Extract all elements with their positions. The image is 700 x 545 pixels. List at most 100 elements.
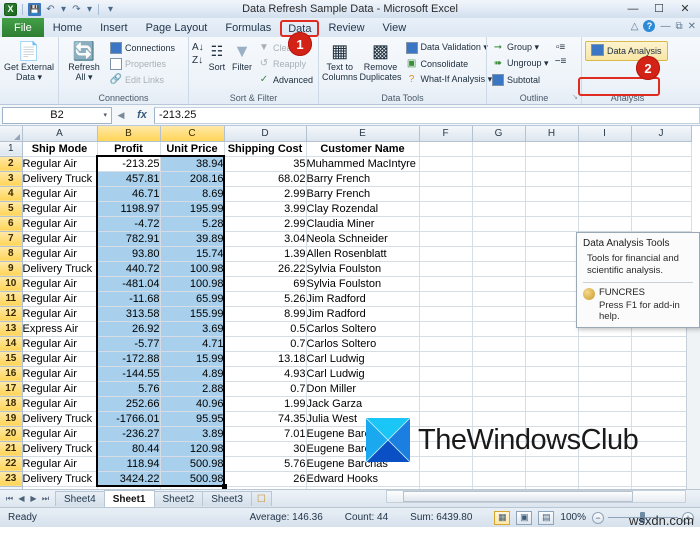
- cell-empty[interactable]: [578, 351, 632, 367]
- cell-empty[interactable]: [525, 321, 579, 337]
- column-header-E[interactable]: E: [306, 126, 420, 142]
- cell-B18[interactable]: 252.66: [97, 396, 161, 412]
- cell-B14[interactable]: -5.77: [97, 336, 161, 352]
- advanced-filter-button[interactable]: ✓ Advanced: [256, 72, 315, 87]
- cell-empty[interactable]: [419, 426, 473, 442]
- cell-B13[interactable]: 26.92: [97, 321, 161, 337]
- cell-empty[interactable]: [419, 291, 473, 307]
- tab-insert[interactable]: Insert: [91, 18, 137, 37]
- cell-empty[interactable]: [631, 396, 692, 412]
- cell-C13[interactable]: 3.69: [160, 321, 225, 337]
- cell-empty[interactable]: [419, 186, 473, 202]
- name-box-caret-icon[interactable]: ▾: [103, 111, 107, 119]
- cell-empty[interactable]: [578, 201, 632, 217]
- cell-empty[interactable]: [525, 411, 579, 427]
- cell-C5[interactable]: 195.99: [160, 201, 225, 217]
- cell-empty[interactable]: [631, 201, 692, 217]
- row-header-20[interactable]: 20: [0, 426, 23, 442]
- zoom-level[interactable]: 100%: [560, 512, 586, 523]
- cell-A16[interactable]: Regular Air: [22, 366, 98, 382]
- cell-B21[interactable]: 80.44: [97, 441, 161, 457]
- cell-B7[interactable]: 782.91: [97, 231, 161, 247]
- cell-A8[interactable]: Regular Air: [22, 246, 98, 262]
- cell-empty[interactable]: [578, 381, 632, 397]
- cell-empty[interactable]: [525, 426, 579, 442]
- cell-D22[interactable]: 5.76: [224, 456, 307, 472]
- cell-C2[interactable]: 38.94: [160, 156, 225, 172]
- cell-empty[interactable]: [578, 471, 632, 487]
- cell-A17[interactable]: Regular Air: [22, 381, 98, 397]
- window-restore-icon[interactable]: ⧉: [675, 21, 682, 32]
- cell-empty[interactable]: [631, 171, 692, 187]
- cell-empty[interactable]: [472, 321, 526, 337]
- prev-sheet-icon[interactable]: ◀: [16, 494, 27, 504]
- cell-empty[interactable]: [419, 396, 473, 412]
- cell-empty[interactable]: [472, 306, 526, 322]
- column-header-A[interactable]: A: [22, 126, 98, 142]
- cell-D5[interactable]: 3.99: [224, 201, 307, 217]
- cell-empty[interactable]: [525, 306, 579, 322]
- cell-empty[interactable]: [419, 231, 473, 247]
- row-header-7[interactable]: 7: [0, 231, 23, 247]
- tab-file[interactable]: File: [2, 18, 44, 37]
- cell-empty[interactable]: [419, 381, 473, 397]
- cell-B17[interactable]: 5.76: [97, 381, 161, 397]
- get-external-data-button[interactable]: 📄 Get External Data ▾: [3, 39, 55, 82]
- cell-empty[interactable]: [631, 351, 692, 367]
- table-row[interactable]: 23 Delivery Truck 3424.22 500.98 26 Edward Ho…: [0, 471, 692, 487]
- cell-empty[interactable]: [472, 141, 526, 157]
- cell-D12[interactable]: 8.99: [224, 306, 307, 322]
- cell-empty[interactable]: [419, 261, 473, 277]
- cell-B11[interactable]: -11.68: [97, 291, 161, 307]
- sort-ascending-icon[interactable]: A↓: [192, 42, 204, 53]
- table-row[interactable]: 19 Delivery Truck -1766.01 95.95 74.35 Julia …: [0, 411, 692, 427]
- cell-empty[interactable]: [472, 471, 526, 487]
- cell-B6[interactable]: -4.72: [97, 216, 161, 232]
- cell-empty[interactable]: [419, 351, 473, 367]
- row-header-19[interactable]: 19: [0, 411, 23, 427]
- filter-button[interactable]: ▼ Filter: [230, 39, 254, 72]
- table-row[interactable]: 6 Regular Air -4.72 5.28 2.99 Claudia Miner: [0, 216, 692, 232]
- cell-B10[interactable]: -481.04: [97, 276, 161, 292]
- tab-page-layout[interactable]: Page Layout: [137, 18, 217, 37]
- cell-E3[interactable]: Barry French: [306, 171, 420, 187]
- cell-A23[interactable]: Delivery Truck: [22, 471, 98, 487]
- cell-D20[interactable]: 7.01: [224, 426, 307, 442]
- sheet-tab-sheet4[interactable]: Sheet4: [55, 491, 105, 506]
- column-header-C[interactable]: C: [160, 126, 225, 142]
- window-controls[interactable]: — ☐ ✕: [620, 0, 698, 17]
- cell-E21[interactable]: Eugene Barchas: [306, 441, 420, 457]
- cell-A14[interactable]: Regular Air: [22, 336, 98, 352]
- cell-empty[interactable]: [525, 216, 579, 232]
- cell-empty[interactable]: [472, 426, 526, 442]
- cell-empty[interactable]: [578, 411, 632, 427]
- cell-B23[interactable]: 3424.22: [97, 471, 161, 487]
- cell-A18[interactable]: Regular Air: [22, 396, 98, 412]
- column-header-G[interactable]: G: [472, 126, 526, 142]
- cell-D9[interactable]: 26.22: [224, 261, 307, 277]
- cell-empty[interactable]: [525, 141, 579, 157]
- cell-empty[interactable]: [419, 306, 473, 322]
- last-sheet-icon[interactable]: ⏭: [40, 494, 51, 504]
- cell-A19[interactable]: Delivery Truck: [22, 411, 98, 427]
- cell-empty[interactable]: [472, 456, 526, 472]
- cell-empty[interactable]: [419, 336, 473, 352]
- show-detail-button[interactable]: ▫≡: [553, 41, 569, 54]
- cell-empty[interactable]: [631, 426, 692, 442]
- cell-B1[interactable]: Profit: [97, 141, 161, 157]
- hide-detail-button[interactable]: −≡: [553, 55, 569, 68]
- row-header-22[interactable]: 22: [0, 456, 23, 472]
- cell-E13[interactable]: Carlos Soltero: [306, 321, 420, 337]
- cell-empty[interactable]: [472, 171, 526, 187]
- cell-A9[interactable]: Delivery Truck: [22, 261, 98, 277]
- table-row[interactable]: 21 Delivery Truck 80.44 120.98 30 Eugene Barc…: [0, 441, 692, 457]
- table-row[interactable]: 22 Regular Air 118.94 500.98 5.76 Eugene Barc…: [0, 456, 692, 472]
- sort-descending-icon[interactable]: Z↓: [192, 55, 204, 66]
- cell-E20[interactable]: Eugene Barchas: [306, 426, 420, 442]
- cell-D18[interactable]: 1.99: [224, 396, 307, 412]
- cell-empty[interactable]: [419, 366, 473, 382]
- cell-empty[interactable]: [419, 246, 473, 262]
- text-to-columns-button[interactable]: ▦ Text to Columns: [322, 39, 358, 82]
- cell-D16[interactable]: 4.93: [224, 366, 307, 382]
- restore-down-icon[interactable]: —: [660, 21, 670, 32]
